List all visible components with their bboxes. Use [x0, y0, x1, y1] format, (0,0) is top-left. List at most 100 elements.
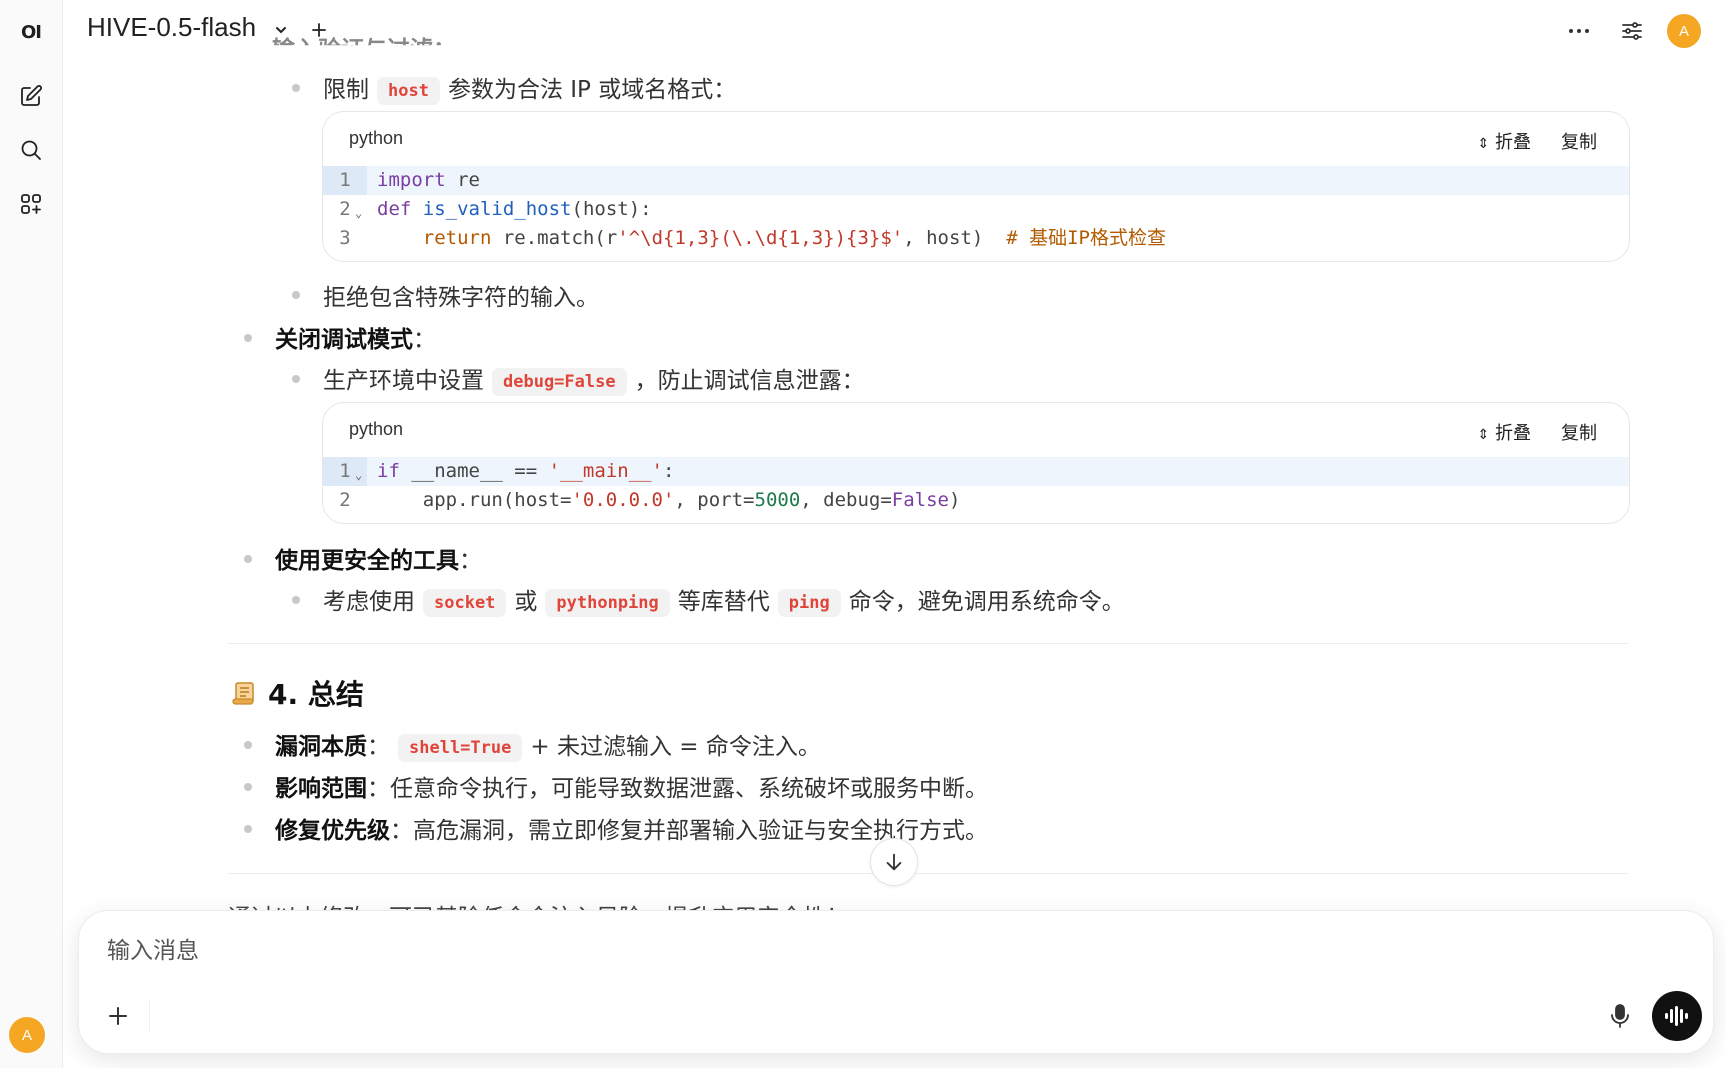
arrow-down-icon: [886, 853, 902, 871]
model-name: HIVE-0.5-flash: [87, 12, 257, 42]
attach-plus-button[interactable]: [105, 1003, 131, 1029]
list-bullet: [292, 596, 300, 604]
inline-code: socket: [423, 588, 507, 617]
microphone-icon: [1611, 1004, 1629, 1028]
list-item-text: 命令，避免调用系统命令。: [848, 589, 1125, 615]
inline-code: pythonping: [545, 588, 670, 617]
code-line: 3 return re.match(r'^\d{1,3}(\.\d{1,3}){…: [323, 224, 1629, 253]
inline-code: host: [377, 76, 440, 105]
collapse-label: 折叠: [1495, 423, 1531, 444]
model-selector[interactable]: HIVE-0.5-flash: [87, 12, 327, 45]
summary-text: 任意命令执行，可能导致数据泄露、系统破坏或服务中断。: [390, 776, 988, 802]
code-text: import re: [377, 169, 480, 191]
inline-code: shell=True: [398, 733, 523, 762]
avatar: A: [1667, 14, 1701, 48]
code-actions: ⇕ 折叠 复制: [1478, 128, 1597, 154]
list-item-text: 限制: [323, 77, 369, 103]
add-model-icon[interactable]: [311, 14, 327, 45]
inline-code: ping: [777, 588, 841, 617]
heading-text: 关闭调试模式: [275, 327, 413, 353]
line-number: 2: [339, 489, 351, 511]
chevron-down-icon: [273, 14, 289, 45]
code-language: python: [349, 419, 404, 439]
list-item-text: 或: [514, 589, 538, 615]
summary-item: 修复优先级：高危漏洞，需立即修复并部署输入验证与安全执行方式。: [275, 811, 988, 845]
summary-label: 影响范围: [275, 776, 367, 802]
list-item: 限制 host 参数为合法 IP 或域名格式：: [323, 70, 736, 105]
list-bullet: [244, 741, 252, 749]
code-actions: ⇕ 折叠 复制: [1478, 419, 1597, 445]
top-bar: HIVE-0.5-flash A: [62, 0, 1726, 60]
more-options-icon[interactable]: [1562, 14, 1596, 48]
list-item-text: 等库替代: [677, 589, 770, 615]
voice-mode-button[interactable]: [1652, 991, 1702, 1041]
divider: [228, 643, 1628, 644]
message-input[interactable]: [105, 937, 1409, 965]
scroll-to-bottom-button[interactable]: [870, 838, 918, 886]
list-heading: 使用更安全的工具：: [275, 541, 482, 575]
list-bullet: [244, 555, 252, 563]
collapse-label: 折叠: [1495, 132, 1531, 153]
list-item: 生产环境中设置 debug=False ，防止调试信息泄露：: [323, 361, 865, 396]
inline-code: debug=False: [492, 367, 627, 396]
new-chat-icon[interactable]: [11, 76, 51, 116]
settings-sliders-icon[interactable]: [1615, 14, 1649, 48]
summary-label: 修复优先级: [275, 818, 390, 844]
summary-item: 漏洞本质： shell=True + 未过滤输入 = 命令注入。: [275, 727, 821, 762]
chevron-updown-icon: ⇕: [1477, 427, 1490, 443]
list-item: 考虑使用 socket 或 pythonping 等库替代 ping 命令，避免调用系统命令…: [323, 582, 1125, 617]
summary-item: 影响范围：任意命令执行，可能导致数据泄露、系统破坏或服务中断。: [275, 769, 988, 803]
message-composer: [78, 910, 1714, 1054]
microphone-button[interactable]: [1603, 999, 1637, 1033]
waveform-icon: [1665, 1006, 1688, 1026]
list-item-text: 生产环境中设置: [323, 368, 484, 394]
section-title: 4. 总结: [268, 678, 364, 711]
colon: ：: [367, 734, 390, 760]
divider: [228, 873, 1628, 874]
collapse-button[interactable]: ⇕ 折叠: [1478, 419, 1531, 445]
code-block: python ⇕ 折叠 复制 1 import re 2 ⌄ def is_va…: [322, 111, 1630, 262]
colon: ：: [459, 548, 482, 574]
list-item-text: ，防止调试信息泄露：: [634, 368, 865, 394]
copy-button[interactable]: 复制: [1561, 419, 1597, 445]
colon: ：: [367, 776, 390, 802]
code-line: 1 ⌄ if __name__ == '__main__':: [323, 457, 1629, 486]
code-language: python: [349, 128, 404, 148]
plus-icon: [109, 1007, 127, 1025]
list-bullet: [244, 783, 252, 791]
search-icon[interactable]: [11, 130, 51, 170]
code-block: python ⇕ 折叠 复制 1 ⌄ if __name__ == '__mai…: [322, 402, 1630, 524]
list-bullet: [244, 334, 252, 342]
scroll-icon: [230, 678, 260, 708]
section-heading: 4. 总结: [230, 673, 364, 713]
avatar: A: [9, 1017, 45, 1053]
line-number: 1: [323, 166, 367, 195]
heading-text: 使用更安全的工具: [275, 548, 459, 574]
list-bullet: [292, 375, 300, 383]
workspace-icon[interactable]: [11, 184, 51, 224]
list-bullet: [244, 825, 252, 833]
list-bullet: [292, 84, 300, 92]
code-text: if __name__ == '__main__':: [377, 460, 675, 482]
partial-message-text: 通过以上修改，可已基除任令令注入风险，提升应用安全性！: [228, 898, 849, 910]
colon: ：: [413, 327, 436, 353]
code-text: def is_valid_host(host):: [377, 198, 652, 220]
sidebar: OI A: [0, 0, 63, 1068]
list-item-text: 参数为合法 IP 或域名格式：: [447, 77, 737, 103]
code-line: 1 import re: [323, 166, 1629, 195]
code-line: 2 app.run(host='0.0.0.0', port=5000, deb…: [323, 486, 1629, 515]
list-item-text: 考虑使用: [323, 589, 415, 615]
summary-text: + 未过滤输入 = 命令注入。: [530, 734, 821, 760]
collapse-button[interactable]: ⇕ 折叠: [1478, 128, 1531, 154]
list-item: 拒绝包含特殊字符的输入。: [323, 285, 599, 311]
copy-button[interactable]: 复制: [1561, 128, 1597, 154]
divider: [149, 1001, 150, 1031]
list-bullet: [292, 291, 300, 299]
app-logo[interactable]: OI: [11, 12, 51, 52]
user-avatar-button[interactable]: A: [1667, 14, 1701, 48]
line-number: 3: [339, 227, 351, 249]
chevron-updown-icon: ⇕: [1477, 136, 1490, 152]
code-line: 2 ⌄ def is_valid_host(host):: [323, 195, 1629, 224]
user-avatar-button[interactable]: A: [8, 1016, 46, 1054]
summary-label: 漏洞本质: [275, 734, 367, 760]
